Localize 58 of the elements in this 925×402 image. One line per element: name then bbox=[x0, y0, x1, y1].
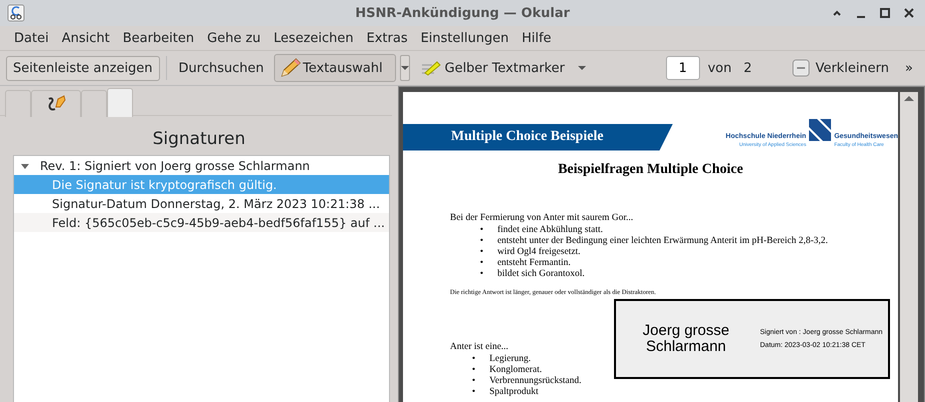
caret-icon bbox=[578, 65, 586, 71]
document-title: Beispielfragen Multiple Choice bbox=[556, 162, 744, 178]
bullet: • bbox=[480, 246, 484, 258]
maximize-icon[interactable] bbox=[879, 7, 891, 19]
dropdown-button[interactable] bbox=[400, 55, 410, 81]
answer-item: Verbrennungsrückstand. bbox=[489, 374, 582, 386]
more-button[interactable]: » bbox=[899, 56, 919, 80]
bullet: • bbox=[472, 352, 476, 364]
answer-item: wird Ogl4 freigesetzt. bbox=[497, 246, 580, 258]
bullet: • bbox=[480, 224, 484, 236]
expander-icon[interactable] bbox=[20, 162, 30, 170]
bullet: • bbox=[472, 386, 476, 398]
app-icon bbox=[6, 3, 26, 23]
answer-item: entsteht unter der Bedingung einer leichten Erwärmung Anterit im pH-Bereich 2,8-3,2. bbox=[497, 234, 828, 246]
show-sidebar-button[interactable]: Seitenleiste anzeigen bbox=[6, 56, 160, 80]
answer-item: findet eine Abkühlung statt. bbox=[497, 224, 603, 236]
menu-item[interactable]: Extras bbox=[360, 28, 414, 48]
tree-item[interactable]: Rev. 1: Signiert von Joerg grosse Schlarmann bbox=[14, 156, 389, 175]
answer-item: Legierung. bbox=[489, 352, 531, 364]
bullet: • bbox=[480, 256, 484, 268]
page-number-field[interactable]: 1 bbox=[666, 56, 700, 80]
menu-item[interactable]: Ansicht bbox=[56, 28, 116, 48]
page-count: 2 bbox=[742, 60, 753, 76]
tree-item[interactable]: Signatur-Datum Donnerstag, 2. März 2023 10:21:38 ... bbox=[14, 194, 389, 213]
answer-item: entsteht Fermantin. bbox=[497, 256, 571, 268]
close-icon[interactable] bbox=[903, 7, 915, 19]
question-text: Bei der Fermierung von Anter mit saurem Gor... bbox=[450, 212, 634, 224]
signer-name: Joerg grosse Schlarmann bbox=[642, 323, 730, 355]
question-text: Anter ist eine... bbox=[450, 342, 510, 353]
text-selection-button[interactable]: Textauswahl bbox=[274, 54, 396, 82]
bullet: • bbox=[472, 364, 476, 376]
answer-item: Spaltprodukt bbox=[489, 386, 538, 398]
answer-item: bildet sich Gorantoxol. bbox=[497, 268, 585, 280]
menu-item[interactable]: Lesezeichen bbox=[268, 28, 360, 48]
highlighter-button[interactable]: Gelber Textmarker bbox=[414, 53, 592, 83]
zoom-out-icon bbox=[790, 57, 812, 79]
sidebar-tab[interactable] bbox=[31, 90, 81, 117]
logo-icon bbox=[809, 118, 832, 140]
scrollbar[interactable] bbox=[900, 92, 918, 402]
scroll-up-icon[interactable] bbox=[904, 95, 914, 101]
window-title: HSNR-Ankündigung — Okular bbox=[355, 6, 570, 20]
bullet: • bbox=[480, 234, 484, 246]
zoom-out-button[interactable]: Verkleinern bbox=[784, 53, 896, 83]
page-banner: Multiple Choice Beispiele bbox=[403, 124, 673, 150]
browse-button[interactable]: Durchsuchen bbox=[172, 56, 270, 80]
menu-item[interactable]: Hilfe bbox=[516, 28, 558, 48]
panel-heading: Signaturen bbox=[152, 129, 246, 149]
menu-item[interactable]: Datei bbox=[8, 28, 55, 48]
bullet: • bbox=[480, 268, 484, 280]
menu-item[interactable]: Einstellungen bbox=[414, 28, 515, 48]
menu-item[interactable]: Gehe zu bbox=[201, 28, 267, 48]
pencil-icon bbox=[278, 57, 301, 79]
caret-icon bbox=[400, 65, 409, 71]
menu-item[interactable]: Bearbeiten bbox=[116, 28, 200, 48]
page-of-label: von bbox=[706, 60, 733, 76]
answer-item: Konglomerat. bbox=[489, 364, 542, 376]
bullet: • bbox=[472, 374, 476, 386]
tree-item[interactable]: Feld: {565c05eb-c5c9-45b9-aeb4-bedf56faf155} auf ... bbox=[14, 213, 389, 232]
